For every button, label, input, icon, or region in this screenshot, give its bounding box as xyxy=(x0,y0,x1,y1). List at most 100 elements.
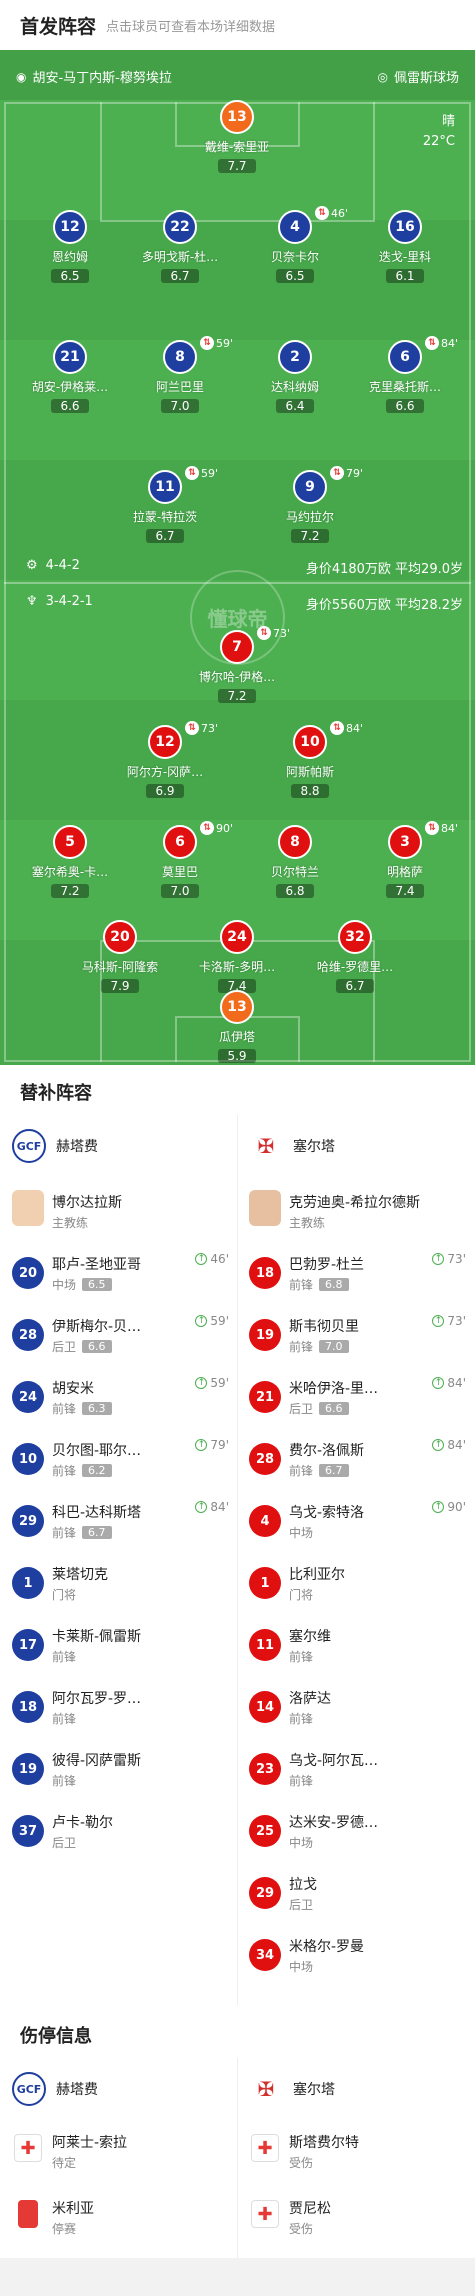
substitutes-section: 替补阵容 GCF 赫塔费 ✠ 塞尔塔 博尔达拉斯 主教练 克劳迪奥-希拉尔德斯 主教练 … xyxy=(0,1065,475,2008)
sub-player-row[interactable]: 18 巴勃罗-杜兰 前锋 6.8 ↑ 73' xyxy=(237,1242,474,1304)
home-venue: 胡安-马丁内斯-穆努埃拉 xyxy=(32,71,172,86)
sub-number: 18 xyxy=(12,1691,44,1723)
injury-name: 米利亚 xyxy=(52,2201,94,2217)
sub-player-row[interactable]: 1 比利亚尔 门将 xyxy=(237,1552,474,1614)
medkit-icon: ✚ xyxy=(14,2134,42,2162)
player-name: 瓜伊塔 xyxy=(218,1030,255,1044)
sub-player-row[interactable]: 21 米哈伊洛-里… 后卫 6.6 ↑ 84' xyxy=(237,1366,474,1428)
player-rating: 5.9 xyxy=(218,1049,256,1063)
sub-player-row[interactable]: 28 伊斯梅尔-贝… 后卫 6.6 ↑ 59' xyxy=(0,1304,237,1366)
pitch-player[interactable]: 3 明格萨 7.4 ⇅ 84' xyxy=(355,821,458,899)
red-card-icon xyxy=(18,2200,38,2228)
sub-in-icon: ↑ xyxy=(432,1439,445,1451)
sub-position: 门将 xyxy=(52,1588,77,1602)
player-number: 5 xyxy=(53,825,87,859)
sub-name: 乌戈-阿尔瓦… xyxy=(289,1753,379,1769)
pitch-player[interactable]: 12 阿尔方-冈萨… 6.9 ⇅ 73' xyxy=(115,721,218,799)
sub-in-icon: ↑ xyxy=(195,1439,208,1451)
player-number: 13 xyxy=(220,990,254,1024)
sub-player-row[interactable]: 19 彼得-冈萨雷斯 前锋 xyxy=(0,1738,237,1800)
sub-position: 后卫 xyxy=(289,1402,314,1416)
sub-player-row[interactable]: 28 费尔-洛佩斯 前锋 6.7 ↑ 84' xyxy=(237,1428,474,1490)
player-name: 克里桑托斯… xyxy=(368,380,441,394)
getafe-logo: GCF xyxy=(12,2072,46,2106)
sub-position: 后卫 xyxy=(52,1836,77,1850)
sub-player-row[interactable]: 10 贝尔图-耶尔… 前锋 6.2 ↑ 79' xyxy=(0,1428,237,1490)
pitch-player[interactable]: 16 迭戈-里科 6.1 xyxy=(355,210,455,284)
sub-player-row[interactable]: 37 卢卡-勒尔 后卫 xyxy=(0,1800,237,1862)
player-number: 4 xyxy=(278,210,312,244)
pitch-player[interactable]: 32 哈维-罗德里… 6.7 xyxy=(305,920,405,994)
player-rating: 8.8 xyxy=(291,784,329,798)
pitch-player[interactable]: 4 贝奈卡尔 6.5 ⇅ 46' xyxy=(245,206,348,284)
injury-name: 贾尼松 xyxy=(289,2201,331,2217)
injury-row[interactable]: ✚ 阿莱士-索拉 待定 xyxy=(0,2120,237,2182)
celta-mini-icon: ♆ xyxy=(26,594,38,609)
player-number: 13 xyxy=(220,100,254,134)
sub-player-row[interactable]: 34 米格尔-罗曼 中场 xyxy=(237,1924,474,1986)
sub-number: 18 xyxy=(249,1257,281,1289)
sub-in-minute: 84' xyxy=(210,1500,229,1514)
sub-name: 科巴-达科斯塔 xyxy=(52,1505,142,1521)
pitch-player[interactable]: 5 塞尔希奥-卡… 7.2 xyxy=(20,825,120,899)
sub-number: 1 xyxy=(249,1567,281,1599)
away-formation: 3-4-2-1 xyxy=(45,594,93,609)
player-rating: 6.1 xyxy=(386,269,424,283)
sub-player-row[interactable]: 23 乌戈-阿尔瓦… 前锋 xyxy=(237,1738,474,1800)
sub-player-row[interactable]: 24 胡安米 前锋 6.3 ↑ 59' xyxy=(0,1366,237,1428)
weather: 晴 22°C xyxy=(423,112,455,152)
injury-row[interactable]: 米利亚 停赛 xyxy=(0,2186,237,2248)
pitch-player[interactable]: 6 莫里巴 7.0 ⇅ 90' xyxy=(130,821,233,899)
sub-player-row[interactable]: 25 达米安-罗德… 中场 xyxy=(237,1800,474,1862)
sub-number: 28 xyxy=(249,1443,281,1475)
sub-player-row[interactable]: 4 乌戈-索特洛 中场 ↑ 90' xyxy=(237,1490,474,1552)
sub-in-minute: 73' xyxy=(447,1314,466,1328)
sub-player-row[interactable]: 1 莱塔切克 门将 xyxy=(0,1552,237,1614)
player-rating: 6.6 xyxy=(386,399,424,413)
sub-player-row[interactable]: 11 塞尔维 前锋 xyxy=(237,1614,474,1676)
sub-position: 前锋 xyxy=(52,1712,77,1726)
pitch-player[interactable]: 22 多明戈斯-杜… 6.7 xyxy=(130,210,230,284)
injury-row[interactable]: ✚ 贾尼松 受伤 xyxy=(237,2186,474,2248)
pitch-player[interactable]: 24 卡洛斯-多明… 7.4 xyxy=(187,920,287,994)
sub-number: 28 xyxy=(12,1319,44,1351)
sub-name: 耶卢-圣地亚哥 xyxy=(52,1257,142,1273)
player-name: 恩约姆 xyxy=(51,250,88,264)
pitch-player[interactable]: 8 阿兰巴里 7.0 ⇅ 59' xyxy=(130,336,234,414)
sub-player-row[interactable]: 29 科巴-达科斯塔 前锋 6.7 ↑ 84' xyxy=(0,1490,237,1552)
pitch-player[interactable]: 12 恩约姆 6.5 xyxy=(20,210,120,284)
pitch-player[interactable]: 6 克里桑托斯… 6.6 ⇅ 84' xyxy=(355,336,458,414)
home-formation: 4-4-2 xyxy=(45,558,80,573)
sub-rating: 6.2 xyxy=(82,1464,112,1477)
sub-rating: 6.3 xyxy=(82,1402,112,1415)
player-number: 3 xyxy=(388,825,422,859)
sub-name: 斯韦彻贝里 xyxy=(289,1319,359,1335)
pitch-player[interactable]: 7 博尔哈-伊格… 7.2 ⇅ 73' xyxy=(187,626,290,704)
pitch-player[interactable]: 13 瓜伊塔 5.9 xyxy=(187,990,287,1064)
sub-minute: 59' xyxy=(216,336,234,350)
sub-player-row[interactable]: 18 阿尔瓦罗-罗… 前锋 xyxy=(0,1676,237,1738)
pitch-player[interactable]: 2 达科纳姆 6.4 xyxy=(245,340,345,414)
sub-number: 24 xyxy=(12,1381,44,1413)
sub-position: 门将 xyxy=(289,1588,314,1602)
pitch-player[interactable]: 11 拉蒙-特拉茨 6.7 ⇅ 59' xyxy=(115,466,218,544)
player-name: 迭戈-里科 xyxy=(378,250,432,264)
injuries-section: 伤停信息 GCF 赫塔费 ✠ 塞尔塔 ✚ 阿莱士-索拉 待定 米利亚 停赛 ✚ 斯塔费尔特 受伤 ✚… xyxy=(0,2008,475,2258)
sub-player-row[interactable]: 29 拉戈 后卫 xyxy=(237,1862,474,1924)
injury-row[interactable]: ✚ 斯塔费尔特 受伤 xyxy=(237,2120,474,2182)
sub-name: 卢卡-勒尔 xyxy=(52,1815,114,1831)
sub-player-row[interactable]: 20 耶卢-圣地亚哥 中场 6.5 ↑ 46' xyxy=(0,1242,237,1304)
injury-name: 阿莱士-索拉 xyxy=(52,2135,128,2151)
sub-number: 17 xyxy=(12,1629,44,1661)
pitch-player[interactable]: 10 阿斯帕斯 8.8 ⇅ 84' xyxy=(260,721,363,799)
pitch-player[interactable]: 20 马科斯-阿隆索 7.9 xyxy=(70,920,170,994)
pitch-player[interactable]: 21 胡安-伊格莱… 6.6 xyxy=(20,340,120,414)
sub-player-row[interactable]: 14 洛萨达 前锋 xyxy=(237,1676,474,1738)
sub-player-row[interactable]: 17 卡莱斯-佩雷斯 前锋 xyxy=(0,1614,237,1676)
pitch-player[interactable]: 9 马约拉尔 7.2 ⇅ 79' xyxy=(260,466,363,544)
away-coach[interactable]: 克劳迪奥-希拉尔德斯 主教练 xyxy=(237,1180,474,1242)
sub-player-row[interactable]: 19 斯韦彻贝里 前锋 7.0 ↑ 73' xyxy=(237,1304,474,1366)
pitch-player[interactable]: 13 戴维-索里亚 7.7 xyxy=(187,100,287,174)
pitch-player[interactable]: 8 贝尔特兰 6.8 xyxy=(245,825,345,899)
home-coach[interactable]: 博尔达拉斯 主教练 xyxy=(0,1180,237,1242)
